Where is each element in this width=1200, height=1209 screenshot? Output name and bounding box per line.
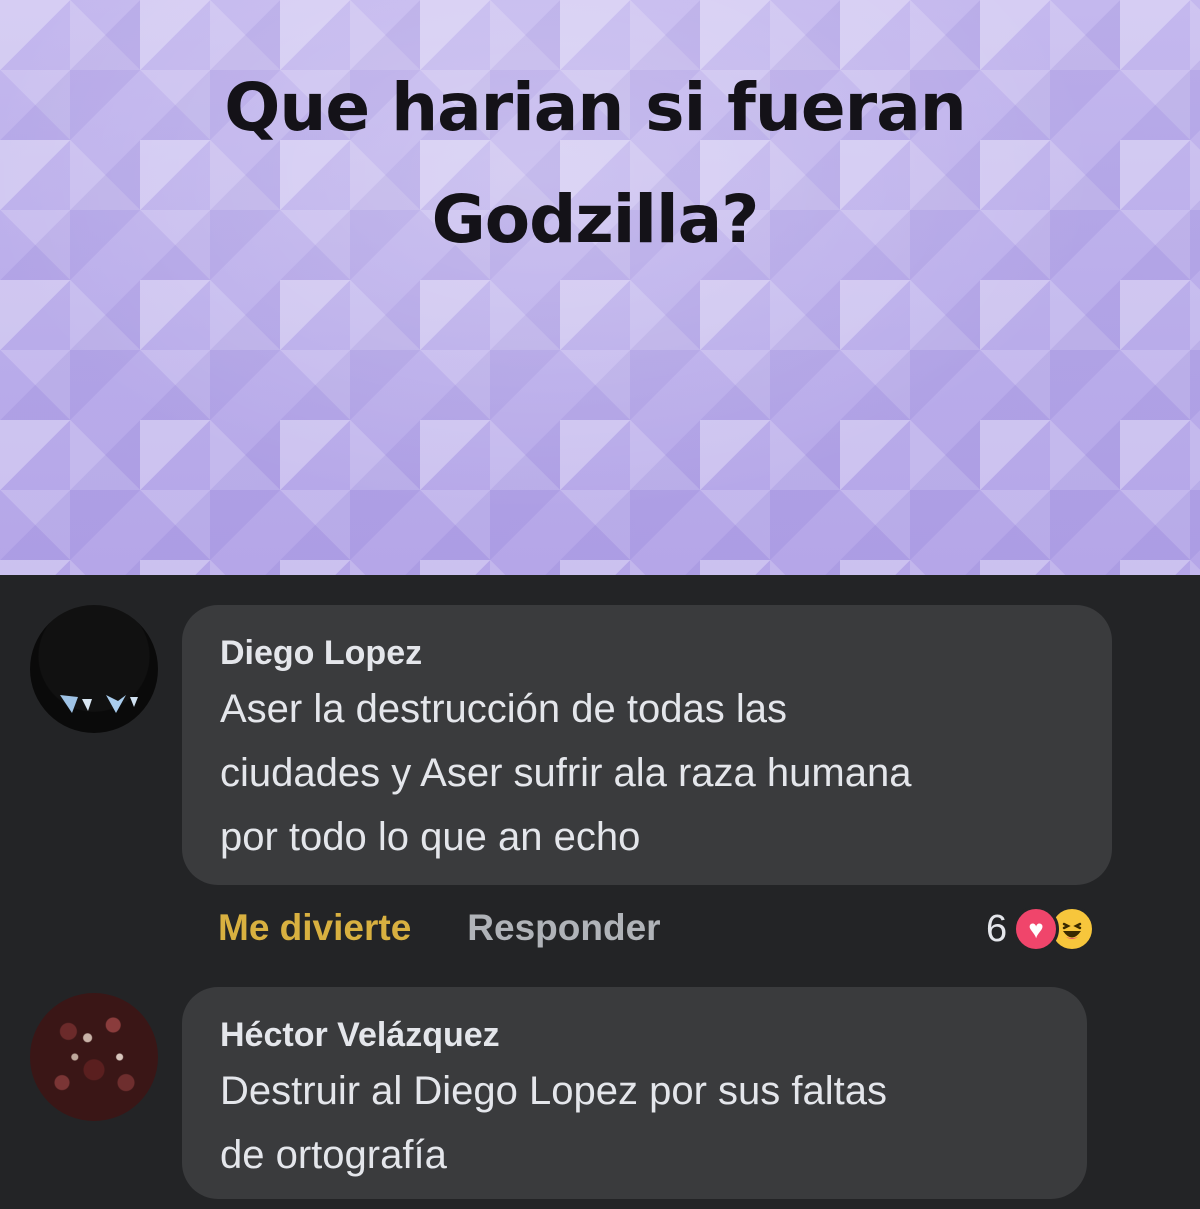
comments-section: Diego Lopez Aser la destrucción de todas… — [0, 575, 1200, 1209]
comment-hector-velazquez: Héctor Velázquez Destruir al Diego Lopez… — [0, 575, 1200, 1209]
comment-text: Destruir al Diego Lopez por sus faltas d… — [220, 1069, 887, 1177]
screenshot: Que harian si fueran Godzilla? Diego Lop… — [0, 0, 1200, 1209]
comment-bubble: Héctor Velázquez Destruir al Diego Lopez… — [182, 987, 1087, 1199]
comment-author[interactable]: Héctor Velázquez — [220, 1015, 1049, 1055]
story-card: Que harian si fueran Godzilla? — [0, 0, 1200, 575]
avatar[interactable] — [30, 993, 158, 1121]
story-question-text: Que harian si fueran Godzilla? — [224, 69, 966, 258]
heart-icon: ♥ — [1013, 906, 1060, 952]
